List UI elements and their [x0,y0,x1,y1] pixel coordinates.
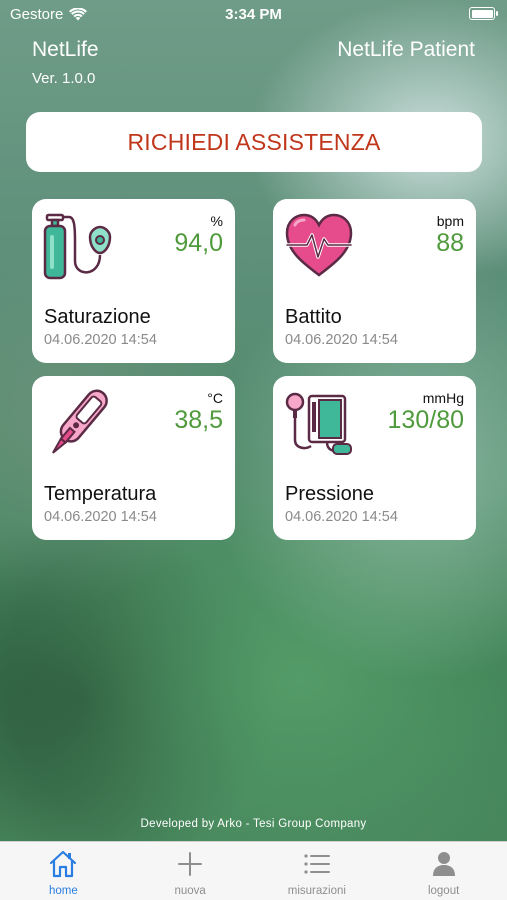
app-name: NetLife [32,38,99,61]
clock: 3:34 PM [225,6,282,23]
tab-home[interactable]: home [0,842,127,900]
status-bar: Gestore 3:34 PM [0,0,507,28]
saturation-value: 94,0 [174,229,223,257]
blood-pressure-value: 130/80 [387,406,464,434]
patient-label: NetLife Patient [337,38,475,61]
temperature-label: Temperatura [44,483,157,505]
saturation-label: Saturazione [44,306,151,328]
tab-nuova[interactable]: nuova [127,842,254,900]
tab-bar: home nuova misurazioni logout [0,841,507,900]
home-icon [50,850,77,878]
tab-misurazioni-label: misurazioni [287,885,346,897]
oxygen-tank-icon [43,213,112,280]
blood-pressure-card[interactable]: mmHg 130/80 Pressione 04.06.2020 14:54 [273,376,476,540]
plus-icon [178,852,203,876]
temperature-card[interactable]: °C 38,5 Temperatura 04.06.2020 14:54 [32,376,235,540]
request-assistance-button[interactable]: RICHIEDI ASSISTENZA [26,112,482,172]
heart-rate-card[interactable]: bpm 88 Battito 04.06.2020 14:54 [273,199,476,363]
battery-icon [469,7,498,20]
heart-rate-label: Battito [285,306,342,328]
saturation-unit: % [210,213,223,229]
tab-logout[interactable]: logout [380,842,507,900]
tab-logout-label: logout [427,885,460,897]
saturation-card[interactable]: % 94,0 Saturazione 04.06.2020 14:54 [32,199,235,363]
temperature-date: 04.06.2020 14:54 [44,509,157,525]
blood-pressure-date: 04.06.2020 14:54 [285,509,398,525]
thermometer-icon [52,389,108,454]
heart-rate-date: 04.06.2020 14:54 [285,332,398,348]
tab-home-label: home [48,885,78,897]
temperature-value: 38,5 [174,406,223,434]
developer-credit: Developed by Arko - Tesi Group Company [140,818,367,830]
temperature-unit: °C [207,390,223,406]
blood-pressure-icon [285,392,352,455]
blood-pressure-label: Pressione [285,483,374,505]
battery-level [471,9,493,18]
tab-misurazioni[interactable]: misurazioni [254,842,381,900]
tab-nuova-label: nuova [174,885,206,897]
person-icon [432,852,455,876]
heart-rate-unit: bpm [436,213,464,229]
saturation-date: 04.06.2020 14:54 [44,332,157,348]
blood-pressure-unit: mmHg [422,390,464,406]
heart-rate-icon [285,213,353,277]
list-icon [304,854,330,874]
app-version: Ver. 1.0.0 [32,70,96,87]
heart-rate-value: 88 [436,229,464,257]
